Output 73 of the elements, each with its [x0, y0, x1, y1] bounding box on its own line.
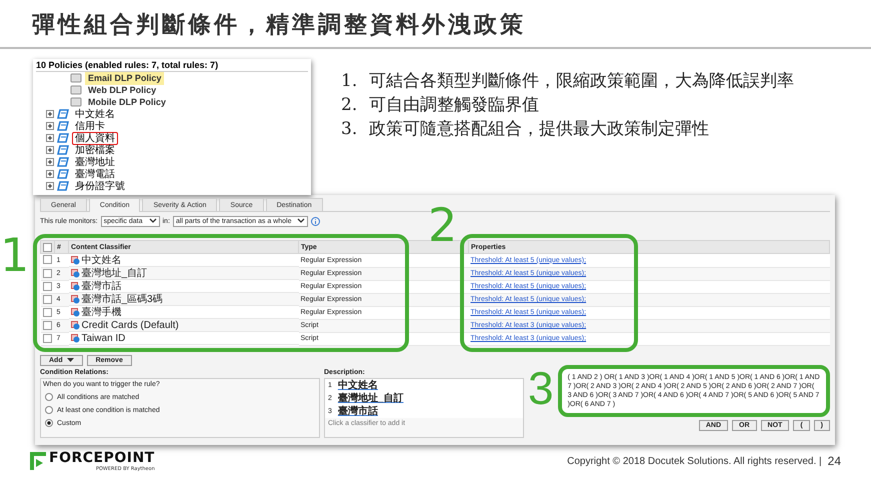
policy-rule-icon	[57, 157, 69, 167]
policy-rule-icon	[57, 145, 69, 155]
classifier-icon	[70, 320, 80, 330]
table-cell: Taiwan ID	[82, 332, 126, 344]
classifier-icon	[70, 256, 80, 264]
policy-rule-icon	[57, 109, 69, 119]
info-icon[interactable]	[311, 216, 320, 226]
tree-item[interactable]: 個人資料	[72, 132, 118, 144]
tree-item[interactable]: 臺灣電話	[72, 168, 118, 180]
tree-item[interactable]: 信用卡	[72, 120, 108, 132]
annotation-number: 3	[528, 364, 554, 410]
tree-item[interactable]: 加密檔案	[72, 144, 118, 156]
table-cell: 臺灣地址_自訂	[82, 268, 148, 278]
row-checkbox[interactable]	[42, 268, 52, 278]
classifier-link[interactable]: 臺灣地址_自訂	[338, 391, 404, 405]
expand-icon[interactable]	[46, 146, 54, 154]
expand-icon[interactable]	[46, 110, 54, 118]
radio-button[interactable]	[45, 393, 53, 401]
select-all-checkbox[interactable]	[43, 242, 52, 252]
slide-title: 彈性組合判斷條件，精準調整資料外洩政策	[0, 0, 871, 49]
caret-icon	[66, 358, 74, 362]
row-checkbox[interactable]	[42, 320, 52, 330]
table-cell: 臺灣手機	[82, 306, 122, 318]
classifier-link[interactable]: 臺灣市話	[338, 404, 378, 418]
row-checkbox[interactable]	[42, 282, 52, 291]
policy-template-icon	[70, 73, 82, 83]
classifier-icon	[70, 282, 80, 290]
page-number: 24	[828, 454, 841, 468]
list-number: 2.	[341, 94, 358, 117]
classifier-icon	[70, 334, 80, 342]
tree-item[interactable]: Web DLP Policy	[85, 84, 160, 96]
row-checkbox[interactable]	[42, 294, 52, 304]
list-number: 3.	[341, 118, 358, 141]
classifier-icon	[70, 294, 80, 304]
bullet-text: 可自由調整觸發臨界值	[369, 94, 540, 117]
bullet-text: 政策可隨意搭配組合，提供最大政策制定彈性	[369, 118, 710, 141]
policy-rule-icon	[57, 121, 69, 131]
tree-item[interactable]: Mobile DLP Policy	[85, 96, 169, 108]
expression-field[interactable]	[558, 364, 830, 416]
logo-wordmark: FORCEPOINT	[49, 450, 155, 466]
radio-button[interactable]	[45, 419, 53, 427]
logo-mark-icon	[30, 452, 46, 470]
tree-item[interactable]: 臺灣地址	[72, 156, 118, 168]
classifier-icon	[70, 268, 80, 278]
expand-icon[interactable]	[46, 158, 54, 166]
policy-template-icon	[70, 85, 82, 95]
policy-template-icon	[70, 97, 82, 107]
expand-icon[interactable]	[46, 170, 54, 178]
policy-rule-icon	[57, 169, 69, 179]
classifier-link[interactable]: 中文姓名	[338, 378, 378, 392]
expand-icon[interactable]	[46, 122, 54, 130]
classifier-icon	[70, 308, 80, 316]
table-cell: 臺灣市話_區碼3碼	[82, 294, 163, 304]
table-cell: 中文姓名	[82, 254, 122, 266]
caret-icon	[297, 218, 306, 224]
row-checkbox[interactable]	[42, 334, 52, 343]
expand-icon[interactable]	[46, 134, 54, 142]
bullet-text: 可結合各類型判斷條件，限縮政策範圍，大為降低誤判率	[369, 70, 794, 93]
tree-item[interactable]: 中文姓名	[72, 108, 118, 120]
copyright-text: Copyright © 2018 Docutek Solutions. All rights reserved. |	[567, 456, 822, 466]
policy-rule-icon	[57, 181, 69, 191]
expand-icon[interactable]	[46, 182, 54, 190]
row-checkbox[interactable]	[42, 255, 52, 264]
list-number: 1.	[341, 70, 358, 93]
radio-button[interactable]	[45, 406, 53, 414]
tree-item[interactable]: 身份證字號	[72, 180, 128, 192]
tree-item[interactable]: Email DLP Policy	[85, 72, 164, 84]
policy-rule-icon	[57, 133, 69, 143]
table-cell: Credit Cards (Default)	[82, 320, 179, 330]
table-cell: 臺灣市話	[82, 280, 122, 292]
row-checkbox[interactable]	[42, 308, 52, 317]
caret-icon	[148, 218, 156, 224]
annotation-number: 1	[0, 232, 30, 278]
